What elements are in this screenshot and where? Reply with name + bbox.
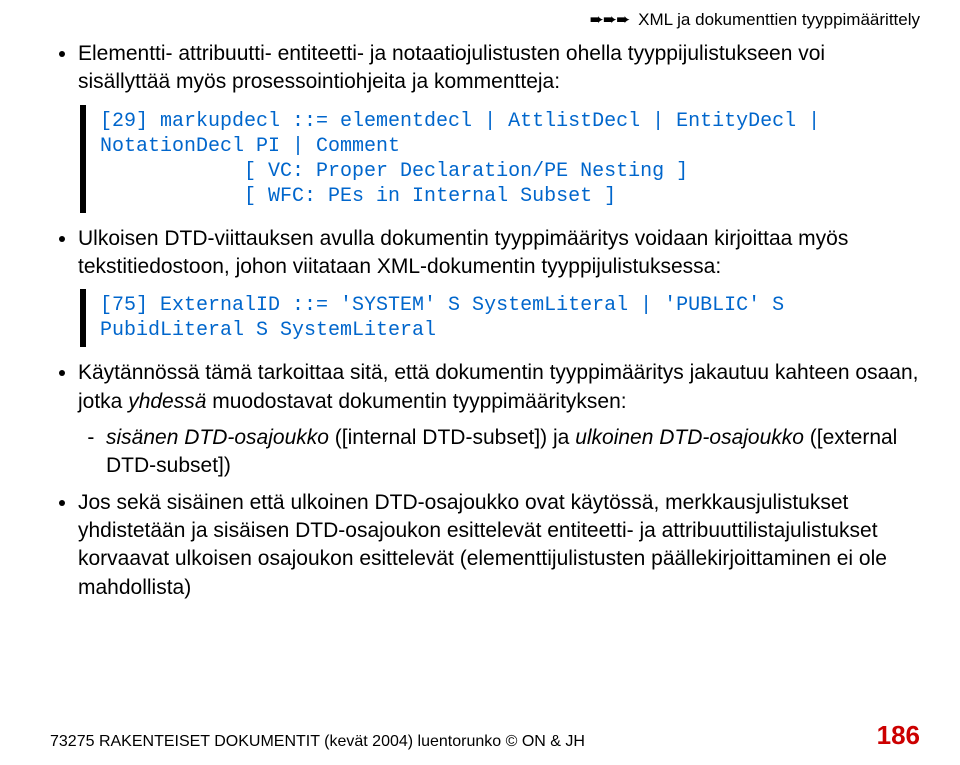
bullet-item: Elementti- attribuutti- entiteetti- ja n…: [78, 40, 920, 97]
sub-list: sisänen DTD-osajoukko ([internal DTD-sub…: [78, 424, 920, 481]
italic-text: yhdessä: [128, 390, 206, 413]
footer-left-text: 73275 RAKENTEISET DOKUMENTIT (kevät 2004…: [50, 733, 585, 751]
code-block-2: [75] ExternalID ::= 'SYSTEM' S SystemLit…: [80, 289, 920, 347]
italic-text: ulkoinen DTD-osajoukko: [575, 426, 804, 449]
page-number: 186: [877, 720, 920, 751]
page: ➨➨➨ XML ja dokumenttien tyyppimäärittely…: [0, 0, 960, 765]
breadcrumb-header: ➨➨➨ XML ja dokumenttien tyyppimäärittely: [50, 10, 920, 30]
italic-text: sisänen DTD-osajoukko: [106, 426, 329, 449]
text-part: muodostavat dokumentin tyyppimäärityksen…: [206, 390, 626, 413]
bullet-item: Jos sekä sisäinen että ulkoinen DTD-osaj…: [78, 489, 920, 602]
header-text: XML ja dokumenttien tyyppimäärittely: [638, 10, 920, 29]
sub-item: sisänen DTD-osajoukko ([internal DTD-sub…: [106, 424, 920, 481]
bullet-item: Ulkoisen DTD-viittauksen avulla dokument…: [78, 225, 920, 282]
code-line: [ VC: Proper Declaration/PE Nesting ]: [244, 160, 688, 183]
code-block-1: [29] markupdecl ::= elementdecl | Attlis…: [80, 105, 920, 213]
code-line: [29] markupdecl ::= elementdecl | Attlis…: [100, 110, 832, 158]
bullet-list-4: Jos sekä sisäinen että ulkoinen DTD-osaj…: [50, 489, 920, 602]
text-part: ([internal DTD-subset]) ja: [329, 426, 575, 449]
bullet-item: Käytännössä tämä tarkoittaa sitä, että d…: [78, 359, 920, 480]
code-line: [ WFC: PEs in Internal Subset ]: [244, 185, 616, 208]
bullet-list-1: Elementti- attribuutti- entiteetti- ja n…: [50, 40, 920, 97]
bullet-list-3: Käytännössä tämä tarkoittaa sitä, että d…: [50, 359, 920, 480]
page-footer: 73275 RAKENTEISET DOKUMENTIT (kevät 2004…: [50, 720, 920, 751]
code-line: [75] ExternalID ::= 'SYSTEM' S SystemLit…: [100, 294, 796, 342]
arrow-icon: ➨➨➨: [590, 10, 630, 29]
bullet-list-2: Ulkoisen DTD-viittauksen avulla dokument…: [50, 225, 920, 282]
